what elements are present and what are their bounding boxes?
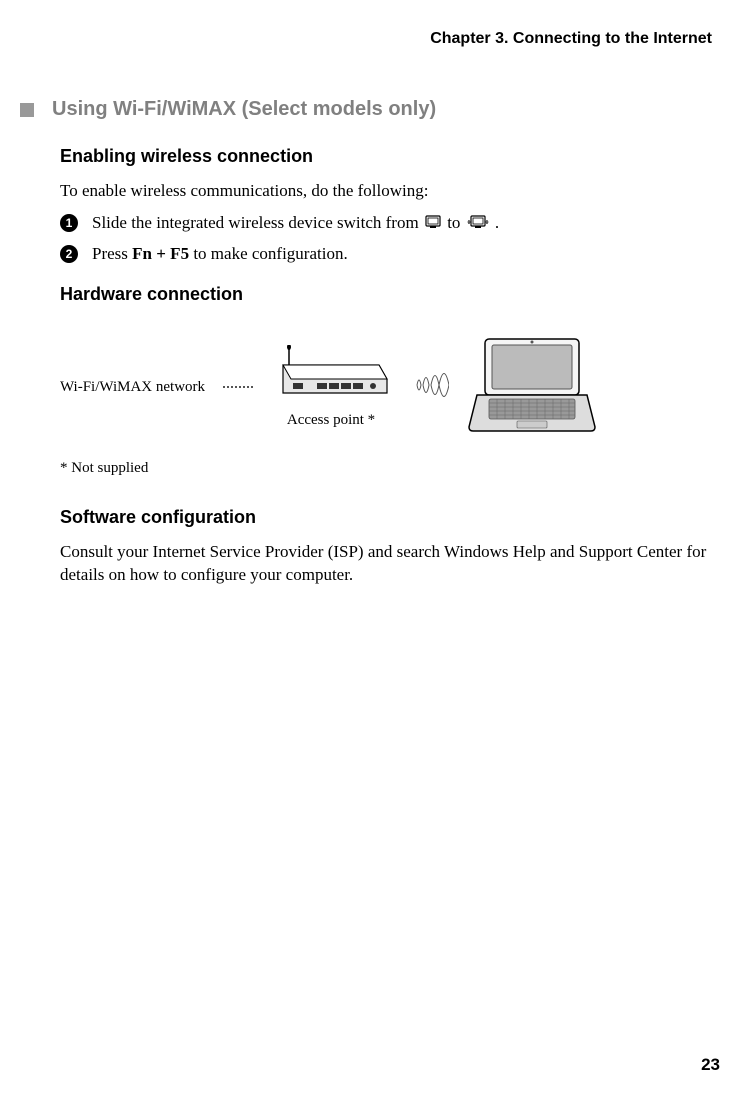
step-2-post: to make configuration.: [193, 244, 347, 263]
step-1-pre: Slide the integrated wireless device swi…: [92, 213, 423, 232]
step-2: 2 Press Fn + F5 to make configuration.: [60, 242, 722, 266]
step-1-post: .: [495, 213, 499, 232]
wireless-off-icon: [425, 212, 441, 236]
page-number: 23: [701, 1055, 720, 1075]
step-1-text: Slide the integrated wireless device swi…: [92, 211, 499, 236]
enabling-heading: Enabling wireless connection: [60, 146, 722, 167]
step-2-text: Press Fn + F5 to make configuration.: [92, 242, 348, 266]
step-1-mid: to: [447, 213, 464, 232]
section-title-row: Using Wi-Fi/WiMAX (Select models only): [20, 98, 722, 121]
section-bullet-icon: [20, 103, 34, 117]
section-title: Using Wi-Fi/WiMAX (Select models only): [52, 98, 436, 121]
hardware-heading: Hardware connection: [60, 284, 722, 305]
step-1: 1 Slide the integrated wireless device s…: [60, 211, 722, 236]
hardware-diagram: Wi-Fi/WiMAX network Access point *: [60, 335, 722, 440]
software-body: Consult your Internet Service Provider (…: [60, 540, 722, 588]
content-block: Enabling wireless connection To enable w…: [20, 146, 722, 587]
access-point-icon: [271, 345, 391, 408]
access-point-block: Access point *: [271, 345, 391, 429]
step-2-pre: Press: [92, 244, 132, 263]
network-label: Wi-Fi/WiMAX network: [60, 379, 205, 396]
laptop-icon: [467, 335, 597, 440]
software-heading: Software configuration: [60, 507, 722, 528]
step-number-icon: 1: [60, 214, 78, 232]
access-point-caption: Access point *: [287, 412, 375, 429]
enabling-intro: To enable wireless communications, do th…: [60, 179, 722, 203]
step-number-icon: 2: [60, 245, 78, 263]
hardware-footnote: * Not supplied: [60, 460, 722, 477]
wireless-on-icon: [467, 212, 489, 236]
connection-dotted-line-icon: [223, 386, 253, 388]
chapter-header: Chapter 3. Connecting to the Internet: [20, 30, 722, 48]
step-2-kbd: Fn + F5: [132, 244, 189, 263]
wireless-signal-icon: [409, 360, 449, 415]
